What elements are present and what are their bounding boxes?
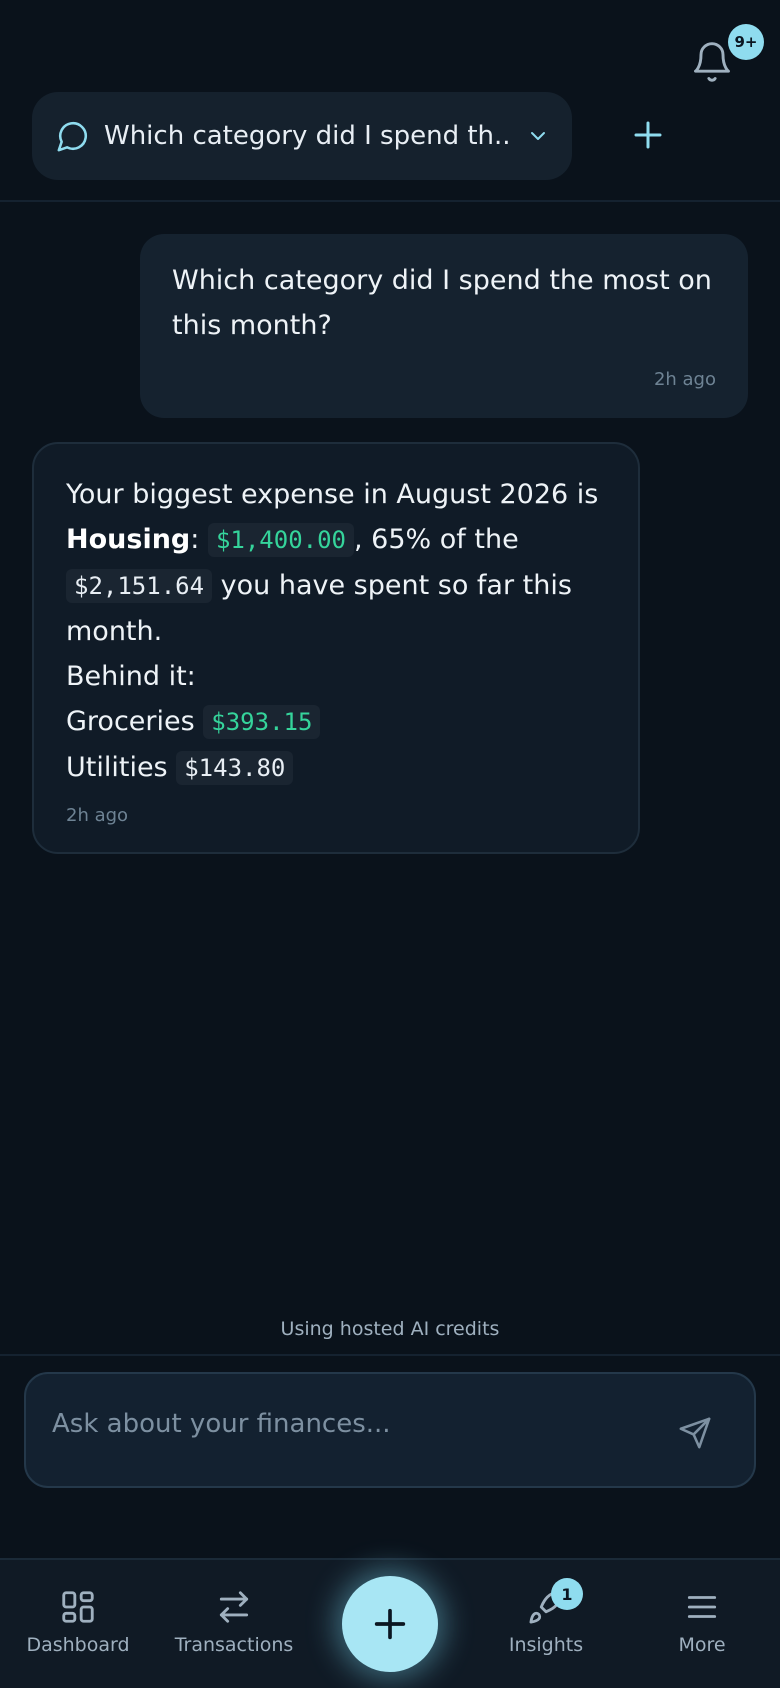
header-divider <box>0 200 780 202</box>
nav-dashboard[interactable]: Dashboard <box>3 1588 153 1656</box>
assistant-line: $2,151.64 you have spent so far this <box>66 563 606 609</box>
chevron-down-icon <box>531 132 545 140</box>
transfer-arrows-icon <box>219 1591 249 1623</box>
groceries-label: Groceries <box>66 706 195 737</box>
utilities-amount: $143.80 <box>176 751 294 785</box>
app-root: 9+ Which category did I spend th... Whic… <box>0 0 780 1688</box>
bell-icon <box>694 42 730 82</box>
composer-divider <box>0 1354 780 1356</box>
notifications-button[interactable]: 9+ <box>690 24 764 84</box>
conversation-title: Which category did I spend th... <box>104 121 510 151</box>
message-composer <box>24 1372 756 1488</box>
add-transaction-button[interactable] <box>342 1576 438 1672</box>
nav-more[interactable]: More <box>627 1588 777 1656</box>
assistant-line: Housing: $1,400.00, 65% of the <box>66 517 606 563</box>
nav-insights-label: Insights <box>508 1634 584 1656</box>
behind-label: Behind it: <box>66 661 196 692</box>
groceries-amount: $393.15 <box>203 705 321 739</box>
total-amount: $2,151.64 <box>66 569 213 603</box>
send-icon[interactable] <box>678 1416 712 1450</box>
utilities-label: Utilities <box>66 752 168 783</box>
dashboard-grid-icon <box>62 1591 94 1623</box>
housing-share: , 65% of the <box>354 524 519 555</box>
assistant-message-bubble: Your biggest expense in August 2026 is H… <box>32 442 640 854</box>
utilities-row: Utilities $143.80 <box>66 745 606 791</box>
housing-label: Housing <box>66 524 191 555</box>
total-suffix: you have spent so far this <box>220 570 572 601</box>
user-message-text: Which category did I spend the most on t… <box>172 265 712 341</box>
user-message-time: 2h ago <box>653 369 716 390</box>
housing-separator: : <box>190 524 200 555</box>
conversation-selector[interactable]: Which category did I spend th... <box>32 92 572 180</box>
user-message-bubble: Which category did I spend the most on t… <box>140 234 748 418</box>
plus-icon <box>374 1608 406 1640</box>
assistant-line: Your biggest expense in August 2026 is <box>66 479 599 510</box>
insights-count-badge: 1 <box>551 1578 583 1610</box>
assistant-message-time: 2h ago <box>66 805 129 826</box>
groceries-row: Groceries $393.15 <box>66 699 606 745</box>
insights-icon-wrap: 1 <box>527 1578 583 1626</box>
chat-bubble-icon <box>57 121 88 152</box>
assistant-line: month. <box>66 616 163 647</box>
nav-more-label: More <box>678 1634 726 1656</box>
chat-input[interactable] <box>52 1404 652 1444</box>
housing-amount: $1,400.00 <box>207 523 354 557</box>
nav-transactions-label: Transactions <box>174 1634 294 1656</box>
hamburger-menu-icon <box>687 1596 717 1618</box>
notification-count-badge: 9+ <box>728 24 764 60</box>
nav-insights[interactable]: 1 Insights <box>471 1578 621 1656</box>
ai-credits-note: Using hosted AI credits <box>280 1318 500 1340</box>
nav-transactions[interactable]: Transactions <box>159 1588 309 1656</box>
nav-dashboard-label: Dashboard <box>26 1634 130 1656</box>
new-conversation-button[interactable] <box>630 117 666 153</box>
